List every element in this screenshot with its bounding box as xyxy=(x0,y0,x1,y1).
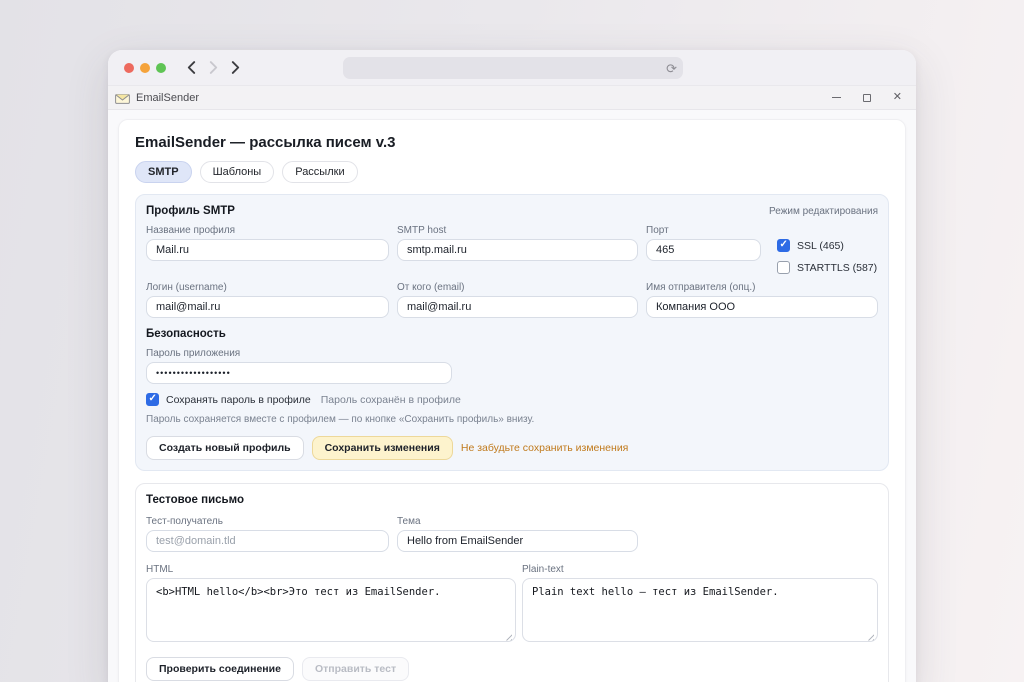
subject-input[interactable] xyxy=(397,530,638,552)
nav-buttons xyxy=(186,61,241,74)
close-traffic-light-icon[interactable] xyxy=(124,63,134,73)
html-body-textarea[interactable]: <b>HTML hello</b><br>Это тест из EmailSe… xyxy=(146,578,516,642)
html-body-label: HTML xyxy=(146,564,516,575)
login-label: Логин (username) xyxy=(146,282,389,293)
smtp-row-2: Логин (username) От кого (email) Имя отп… xyxy=(146,282,878,318)
starttls-label: STARTTLS (587) xyxy=(797,262,877,274)
sender-name-input[interactable] xyxy=(646,296,878,318)
test-panel-title: Тестовое письмо xyxy=(146,494,244,506)
smtp-host-input[interactable] xyxy=(397,239,638,261)
maximize-icon[interactable] xyxy=(863,94,871,102)
app-password-input[interactable] xyxy=(146,362,452,384)
starttls-checkbox[interactable] xyxy=(777,261,790,274)
profile-name-label: Название профиля xyxy=(146,225,389,236)
create-profile-button[interactable]: Создать новый профиль xyxy=(146,436,304,460)
subject-label: Тема xyxy=(397,516,638,527)
app-title: EmailSender xyxy=(136,92,199,104)
password-note: Пароль сохраняется вместе с профилем — п… xyxy=(146,413,666,428)
tab-campaigns[interactable]: Рассылки xyxy=(282,161,357,183)
test-email-panel: Тестовое письмо Тест-получатель Тема xyxy=(135,483,889,682)
save-password-label: Сохранять пароль в профиле xyxy=(166,394,311,406)
plain-text-label: Plain-text xyxy=(522,564,878,575)
sender-name-label: Имя отправителя (опц.) xyxy=(646,282,878,293)
minimize-traffic-light-icon[interactable] xyxy=(140,63,150,73)
traffic-lights xyxy=(124,63,166,73)
smtp-panel-title: Профиль SMTP xyxy=(146,205,235,217)
app-titlebar: EmailSender ✕ xyxy=(108,86,916,110)
browser-toolbar: ⟳ xyxy=(108,50,916,86)
port-input[interactable] xyxy=(646,239,761,261)
unsaved-changes-warning: Не забудьте сохранить изменения xyxy=(461,442,629,454)
test-row-2: HTML <b>HTML hello</b><br>Это тест из Em… xyxy=(146,564,878,647)
save-changes-button[interactable]: Сохранить изменения xyxy=(312,436,453,460)
from-email-label: От кого (email) xyxy=(397,282,638,293)
test-row-1: Тест-получатель Тема xyxy=(146,516,878,552)
minimize-icon[interactable] xyxy=(832,97,841,98)
tab-smtp[interactable]: SMTP xyxy=(135,161,192,183)
app-content: EmailSender — рассылка писем v.3 SMTP Ша… xyxy=(108,110,916,682)
ssl-checkbox[interactable] xyxy=(777,239,790,252)
smtp-profile-panel: Профиль SMTP Режим редактирования Назван… xyxy=(135,194,889,471)
smtp-row-1: Название профиля SMTP host Порт xyxy=(146,225,878,274)
test-recipient-label: Тест-получатель xyxy=(146,516,389,527)
browser-window: ⟳ EmailSender ✕ EmailSender — рассылка п… xyxy=(108,50,916,682)
test-recipient-input[interactable] xyxy=(146,530,389,552)
desktop-background: ⟳ EmailSender ✕ EmailSender — рассылка п… xyxy=(0,0,1024,682)
tab-bar: SMTP Шаблоны Рассылки xyxy=(135,161,889,183)
tab-templates[interactable]: Шаблоны xyxy=(200,161,275,183)
save-password-checkbox[interactable] xyxy=(146,393,159,406)
plain-text-textarea[interactable]: Plain text hello — тест из EmailSender. xyxy=(522,578,878,642)
profile-name-input[interactable] xyxy=(146,239,389,261)
send-test-button[interactable]: Отправить тест xyxy=(302,657,409,681)
forward-disabled-icon xyxy=(208,61,219,74)
envelope-icon xyxy=(115,92,130,104)
address-bar[interactable]: ⟳ xyxy=(343,57,683,79)
back-icon[interactable] xyxy=(186,61,197,74)
login-input[interactable] xyxy=(146,296,389,318)
page-title: EmailSender — рассылка писем v.3 xyxy=(135,134,889,151)
reload-icon[interactable]: ⟳ xyxy=(666,62,677,75)
ssl-label: SSL (465) xyxy=(797,240,844,252)
edit-mode-label: Режим редактирования xyxy=(769,206,878,217)
smtp-host-label: SMTP host xyxy=(397,225,638,236)
forward-icon[interactable] xyxy=(230,61,241,74)
password-saved-status: Пароль сохранён в профиле xyxy=(321,394,461,406)
close-icon[interactable]: ✕ xyxy=(893,92,902,103)
check-connection-button[interactable]: Проверить соединение xyxy=(146,657,294,681)
app-password-label: Пароль приложения xyxy=(146,348,452,359)
window-controls: ✕ xyxy=(832,92,902,103)
from-email-input[interactable] xyxy=(397,296,638,318)
zoom-traffic-light-icon[interactable] xyxy=(156,63,166,73)
security-section-title: Безопасность xyxy=(146,328,878,340)
port-label: Порт xyxy=(646,225,761,236)
main-card: EmailSender — рассылка писем v.3 SMTP Ша… xyxy=(118,119,906,682)
